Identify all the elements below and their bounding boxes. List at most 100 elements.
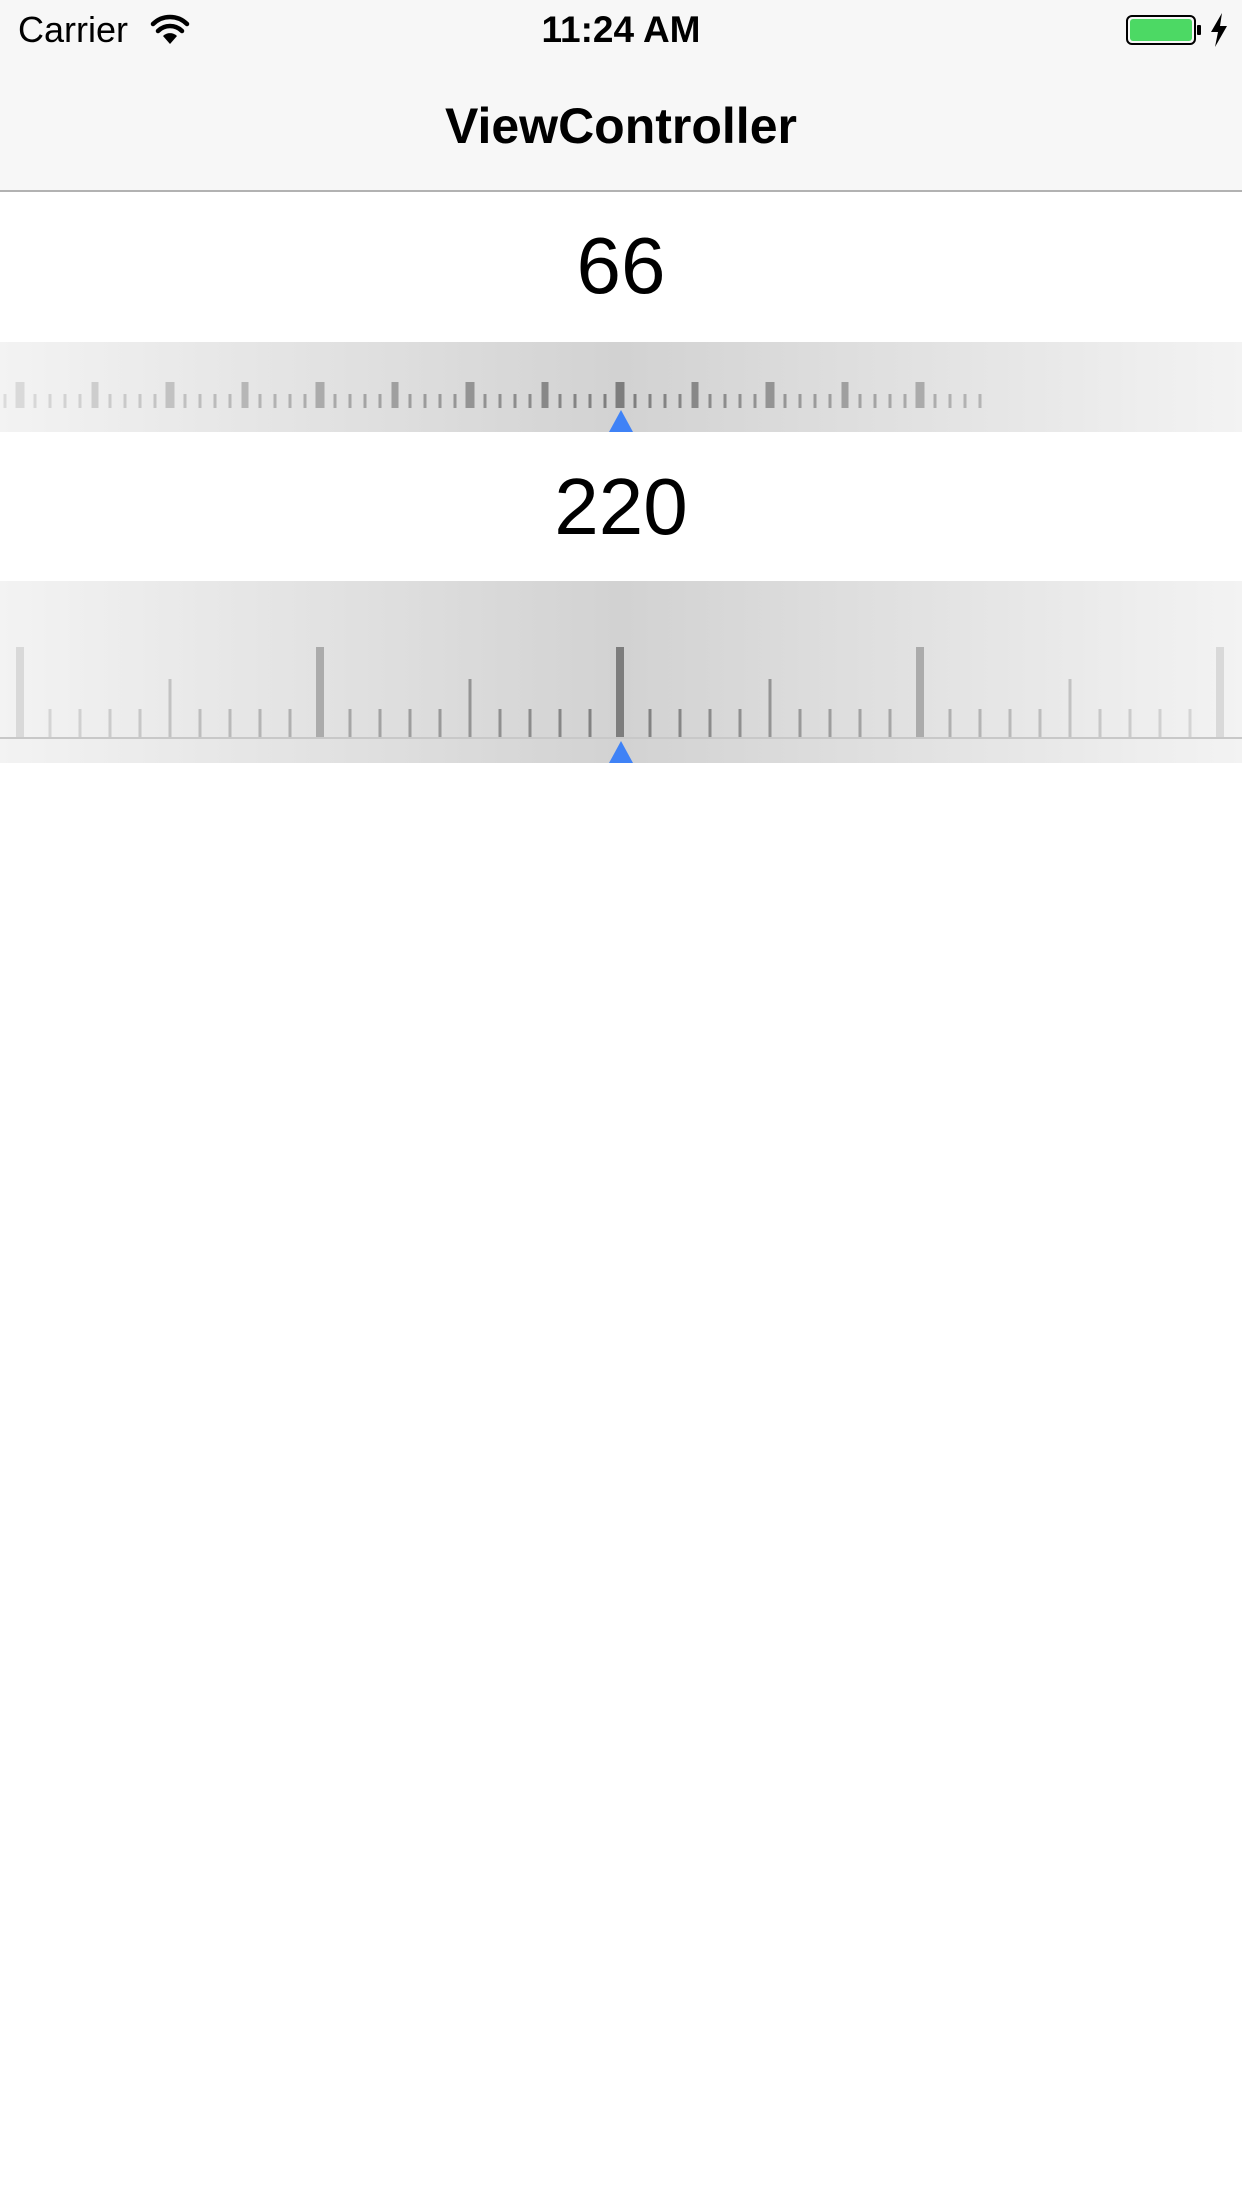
ruler-tick <box>1068 679 1072 737</box>
ruler-tick <box>1038 709 1042 737</box>
ruler-tick <box>633 394 637 408</box>
ruler-tick <box>228 394 232 408</box>
ruler-tick <box>648 709 652 737</box>
ruler-tick <box>241 382 249 408</box>
ruler-tick <box>603 394 607 408</box>
ruler-tick <box>273 394 277 408</box>
status-bar: Carrier 11:24 AM <box>0 0 1242 60</box>
ruler-tick <box>1188 709 1192 737</box>
ruler-tick <box>858 394 862 408</box>
ruler-tick <box>213 394 217 408</box>
ruler-tick <box>541 382 549 408</box>
ruler-tick <box>108 709 112 737</box>
ruler-2-pointer-icon <box>609 741 633 763</box>
ruler-tick <box>78 709 82 737</box>
ruler-tick <box>691 382 699 408</box>
battery-icon <box>1126 15 1201 45</box>
ruler-tick <box>588 709 592 737</box>
ruler-tick <box>63 394 67 408</box>
ruler-tick <box>48 709 52 737</box>
ruler-tick <box>828 394 832 408</box>
ruler-tick <box>258 394 262 408</box>
ruler-tick <box>513 394 517 408</box>
ruler-tick <box>408 394 412 408</box>
charging-icon <box>1211 13 1227 47</box>
ruler-tick <box>765 382 775 408</box>
ruler-tick <box>678 709 682 737</box>
ruler-tick <box>798 709 802 737</box>
ruler-tick <box>3 394 7 408</box>
ruler-tick <box>723 394 727 408</box>
ruler-tick <box>916 647 924 737</box>
ruler-tick <box>153 394 157 408</box>
ruler-tick <box>165 382 175 408</box>
ruler-tick <box>678 394 682 408</box>
ruler-1-scale[interactable] <box>0 342 1242 432</box>
ruler-tick <box>588 394 592 408</box>
ruler-tick <box>108 394 112 408</box>
ruler-tick <box>738 394 742 408</box>
ruler-tick <box>316 647 324 737</box>
ruler-tick <box>48 394 52 408</box>
ruler-tick <box>303 394 307 408</box>
ruler-tick <box>315 382 325 408</box>
ruler-tick <box>123 394 127 408</box>
ruler-tick <box>873 394 877 408</box>
ruler-tick <box>738 709 742 737</box>
ruler-tick <box>15 382 25 408</box>
ruler-tick <box>33 394 37 408</box>
ruler-1-pointer-icon <box>609 410 633 432</box>
ruler-tick <box>813 394 817 408</box>
ruler-2-ticks <box>0 647 1242 739</box>
ruler-tick <box>138 394 142 408</box>
ruler-tick <box>423 394 427 408</box>
ruler-tick <box>708 709 712 737</box>
ruler-tick <box>288 709 292 737</box>
ruler-2-value: 220 <box>554 462 688 551</box>
ruler-tick <box>753 394 757 408</box>
ruler-tick <box>391 382 399 408</box>
ruler-tick <box>948 394 952 408</box>
ruler-tick <box>888 394 892 408</box>
ruler-1-value: 66 <box>576 221 666 310</box>
status-time: 11:24 AM <box>541 9 701 50</box>
ruler-tick <box>198 394 202 408</box>
ruler-tick <box>768 679 772 737</box>
ruler-tick <box>438 394 442 408</box>
ruler-2-scale[interactable] <box>0 581 1242 763</box>
ruler-tick <box>528 709 532 737</box>
ruler-tick <box>1216 647 1224 737</box>
ruler-tick <box>616 647 624 737</box>
ruler-tick <box>663 394 667 408</box>
navigation-bar: ViewController <box>0 60 1242 192</box>
ruler-tick <box>558 709 562 737</box>
ruler-tick <box>528 394 532 408</box>
ruler-tick <box>648 394 652 408</box>
ruler-tick <box>408 709 412 737</box>
ruler-tick <box>828 709 832 737</box>
ruler-tick <box>558 394 562 408</box>
ruler-tick <box>1008 709 1012 737</box>
ruler-baseline <box>0 737 1242 739</box>
ruler-tick <box>1098 709 1102 737</box>
ruler-tick <box>978 394 982 408</box>
ruler-tick <box>483 394 487 408</box>
ruler-tick <box>91 382 99 408</box>
ruler-tick <box>888 709 892 737</box>
ruler-tick <box>573 394 577 408</box>
ruler-tick <box>198 709 202 737</box>
ruler-tick <box>378 394 382 408</box>
ruler-tick <box>348 709 352 737</box>
ruler-tick <box>903 394 907 408</box>
ruler-tick <box>363 394 367 408</box>
ruler-tick <box>498 709 502 737</box>
ruler-tick <box>708 394 712 408</box>
ruler-tick <box>465 382 475 408</box>
ruler-tick <box>258 709 262 737</box>
ruler-tick <box>915 382 925 408</box>
ruler-tick <box>168 679 172 737</box>
ruler-tick <box>438 709 442 737</box>
ruler-tick <box>798 394 802 408</box>
ruler-tick <box>183 394 187 408</box>
ruler-tick <box>858 709 862 737</box>
